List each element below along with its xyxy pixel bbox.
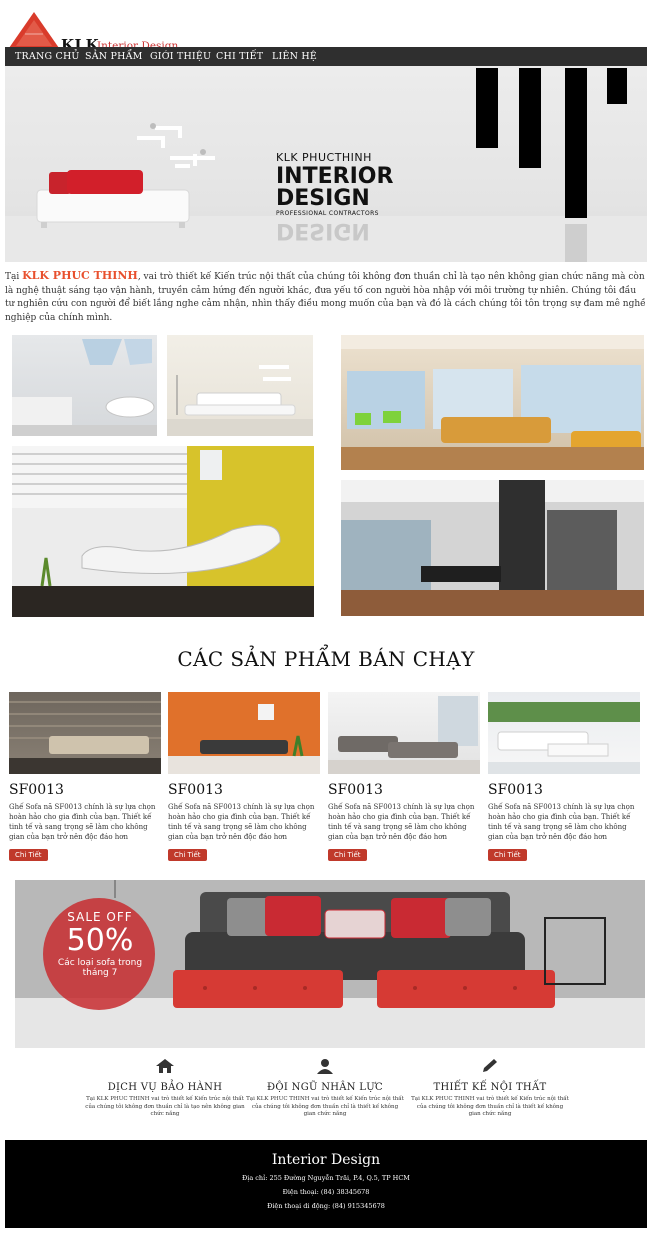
product-details-button[interactable]: Chi Tiết xyxy=(168,849,207,861)
product-image[interactable] xyxy=(9,692,161,774)
promo-caption-1: Các loại sofa trong xyxy=(57,958,143,968)
product-details-button[interactable]: Chi Tiết xyxy=(9,849,48,861)
product-card: SF0013 Ghế Sofa nã SF0013 chính là sự lự… xyxy=(9,692,161,861)
service-title: DỊCH VỤ BẢO HÀNH xyxy=(107,1082,223,1093)
product-details-button[interactable]: Chi Tiết xyxy=(488,849,527,861)
nav-details[interactable]: CHI TIẾT xyxy=(216,51,263,62)
intro-paragraph: Tại KLK PHUC THINH, vai trò thiết kế Kiế… xyxy=(5,269,647,325)
product-card: SF0013 Ghế Sofa nã SF0013 chính là sự lự… xyxy=(328,692,480,861)
product-code: SF0013 xyxy=(168,782,223,798)
product-code: SF0013 xyxy=(488,782,543,798)
hero-line3: DESIGN xyxy=(276,186,370,211)
product-image[interactable] xyxy=(168,692,320,774)
gallery-living-white xyxy=(167,335,313,436)
home-icon xyxy=(156,1059,174,1073)
product-image[interactable] xyxy=(488,692,640,774)
service-staff: ĐỘI NGŨ NHÂN LỰC Tại KLK PHUC THINH vai … xyxy=(245,1058,405,1119)
hero-reflection: DESIGN xyxy=(276,218,370,243)
service-text: Tại KLK PHUC THINH vai trò thiết kế Kiến… xyxy=(411,1096,569,1117)
footer: Interior Design Địa chỉ: 255 Đường Nguyễ… xyxy=(5,1140,647,1228)
intro-prefix: Tại xyxy=(5,272,23,282)
nav-products[interactable]: SẢN PHẨM xyxy=(85,51,143,62)
pencil-icon xyxy=(483,1059,497,1072)
main-nav: TRANG CHỦ SẢN PHẨM GIỚI THIỆU CHI TIẾT L… xyxy=(5,47,647,66)
promo-sale-text: SALE OFF xyxy=(67,910,133,924)
service-title: THIẾT KẾ NỘI THẤT xyxy=(433,1082,547,1093)
product-description: Ghế Sofa nã SF0013 chính là sự lựa chọn … xyxy=(488,803,635,841)
hero-banner: KLK PHUCTHINH INTERIOR DESIGN PROFESSION… xyxy=(5,66,647,262)
nav-home[interactable]: TRANG CHỦ xyxy=(15,51,80,62)
product-description: Ghế Sofa nã SF0013 chính là sự lựa chọn … xyxy=(328,803,475,841)
nav-about[interactable]: GIỚI THIỆU xyxy=(150,51,211,62)
gallery-lounge-chair xyxy=(12,446,314,617)
footer-mobile: Điện thoại di động: (84) 915345678 xyxy=(267,1202,385,1210)
nav-contact[interactable]: LIÊN HỆ xyxy=(272,51,317,62)
footer-address: Địa chỉ: 255 Đường Nguyễn Trãi, P.4, Q.5… xyxy=(242,1174,410,1182)
service-text: Tại KLK PHUC THINH vai trò thiết kế Kiến… xyxy=(85,1096,245,1117)
product-card: SF0013 Ghế Sofa nã SF0013 chính là sự lự… xyxy=(168,692,320,861)
promo-percent: 50% xyxy=(66,923,134,958)
logo-triangle-icon xyxy=(9,12,59,48)
logo[interactable]: KLK Interior Design xyxy=(5,6,205,54)
service-design: THIẾT KẾ NỘI THẤT Tại KLK PHUC THINH vai… xyxy=(410,1058,570,1119)
intro-brand: KLK PHUC THINH xyxy=(22,269,138,282)
footer-phone: Điện thoại: (84) 38345678 xyxy=(282,1188,370,1196)
hero-line1: KLK PHUCTHINH xyxy=(276,151,372,164)
promo-banner[interactable]: SALE OFF 50% Các loại sofa trong tháng 7 xyxy=(15,880,645,1048)
service-text: Tại KLK PHUC THINH vai trò thiết kế Kiến… xyxy=(246,1096,404,1117)
gallery-dark-kitchen xyxy=(341,480,644,616)
product-description: Ghế Sofa nã SF0013 chính là sự lựa chọn … xyxy=(9,803,156,841)
promo-caption-2: tháng 7 xyxy=(82,968,118,978)
bestsellers-title: CÁC SẢN PHẨM BÁN CHẠY xyxy=(177,647,475,671)
product-description: Ghế Sofa nã SF0013 chính là sự lựa chọn … xyxy=(168,803,315,841)
footer-title: Interior Design xyxy=(271,1152,381,1168)
page: KLK Interior Design TRANG CHỦ SẢN PHẨM G… xyxy=(5,0,647,1236)
product-details-button[interactable]: Chi Tiết xyxy=(328,849,367,861)
product-code: SF0013 xyxy=(9,782,64,798)
product-code: SF0013 xyxy=(328,782,383,798)
hero-line2: INTERIOR xyxy=(276,164,394,189)
gallery-living-green xyxy=(341,335,644,470)
product-image[interactable] xyxy=(328,692,480,774)
service-title: ĐỘI NGŨ NHÂN LỰC xyxy=(267,1082,383,1093)
hero-line4: PROFESSIONAL CONTRACTORS xyxy=(276,210,379,217)
gallery-bathroom xyxy=(12,335,157,436)
service-warranty: DỊCH VỤ BẢO HÀNH Tại KLK PHUC THINH vai … xyxy=(85,1058,245,1119)
user-icon xyxy=(317,1059,333,1074)
product-card: SF0013 Ghế Sofa nã SF0013 chính là sự lự… xyxy=(488,692,640,861)
